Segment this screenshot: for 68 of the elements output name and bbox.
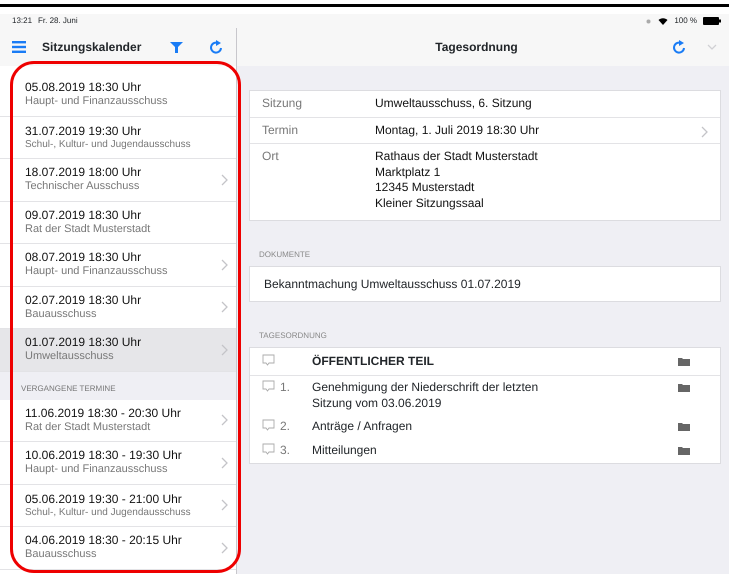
meeting-date: 18.07.2019 18:00 Uhr	[25, 165, 142, 180]
meeting-list-item[interactable]: 31.07.2019 19:30 Uhr Schul-, Kultur- und Jugendausschuss	[0, 116, 236, 159]
agenda-number: 2.	[280, 419, 290, 435]
folder-icon[interactable]	[678, 422, 690, 432]
committee-name: Haupt- und Finanzausschuss	[25, 265, 168, 280]
meeting-list-item[interactable]: 11.06.2019 18:30 - 20:30 Uhr Rat der Stadt Musterstadt	[0, 400, 236, 442]
meeting-date: 02.07.2019 18:30 Uhr	[25, 292, 142, 308]
battery-icon	[703, 17, 721, 25]
committee-name: Haupt- und Finanzausschuss	[25, 463, 168, 478]
wifi-icon	[658, 17, 668, 25]
comment-icon[interactable]	[262, 442, 275, 455]
sidebar-title: Sitzungskalender	[42, 39, 142, 56]
meeting-date: 05.08.2019 18:30 Uhr	[25, 80, 142, 96]
committee-name: Bauausschuss	[25, 548, 98, 562]
committee-name: Haupt- und Finanzausschuss	[25, 95, 168, 110]
comment-icon[interactable]	[262, 380, 275, 392]
agenda-title[interactable]: Anträge / Anfragen	[312, 419, 678, 435]
detail-title: Tagesordnung	[435, 39, 518, 56]
meeting-list-item[interactable]: 05.06.2019 19:30 - 21:00 Uhr Schul-, Kultur- und Jugendausschuss	[0, 484, 236, 527]
committee-name: Bauausschuss	[25, 308, 98, 322]
info-value: Montag, 1. Juli 2019 18:30 Uhr	[375, 122, 540, 138]
battery-level: 100 %	[674, 15, 697, 27]
section-header: DOKUMENTE	[258, 248, 312, 261]
info-label: Termin	[262, 122, 300, 138]
folder-icon[interactable]	[678, 356, 690, 366]
committee-name: Schul-, Kultur- und Jugendausschuss	[25, 138, 192, 151]
meeting-date: 31.07.2019 19:30 Uhr	[25, 124, 142, 138]
info-value: Umweltausschuss, 6. Sitzung	[375, 96, 533, 112]
folder-icon[interactable]	[678, 383, 690, 392]
comment-icon[interactable]	[262, 419, 275, 432]
agenda-title[interactable]: Genehmigung der Niederschrift der letzten Sitzung vom 03.06.2019	[312, 380, 562, 412]
section-header: VERGANGENE TERMINE	[0, 372, 236, 400]
info-value: Marktplatz 1	[375, 164, 442, 180]
committee-name: Schul-, Kultur- und Jugendausschuss	[25, 506, 192, 519]
info-value: 12345 Musterstadt	[375, 180, 476, 196]
folder-icon[interactable]	[678, 446, 690, 455]
info-value: Rathaus der Stadt Musterstadt	[375, 149, 539, 165]
refresh-icon[interactable]	[209, 39, 224, 55]
committee-name: Umweltausschuss	[25, 350, 115, 364]
section-header: TAGESORDNUNG	[258, 330, 328, 342]
agenda-number: 1.	[280, 380, 290, 396]
committee-name: Technischer Ausschuss	[25, 180, 140, 194]
document-link[interactable]: Bekanntmachung Umweltausschuss 01.07.2019	[250, 266, 720, 301]
info-label: Ort	[262, 149, 280, 166]
meeting-date: 09.07.2019 18:30 Uhr	[25, 208, 142, 223]
menu-icon[interactable]	[12, 41, 26, 53]
meeting-date: 05.06.2019 19:30 - 21:00 Uhr	[25, 492, 183, 506]
status-time: 13:21	[12, 15, 32, 27]
agenda-title[interactable]: Mitteilungen	[312, 442, 678, 459]
meeting-list-item[interactable]: 02.07.2019 18:30 Uhr Bauausschuss	[0, 286, 236, 329]
meeting-list-item[interactable]: 09.07.2019 18:30 Uhr Rat der Stadt Musterstadt	[0, 202, 236, 244]
meeting-list-item[interactable]: 01.07.2019 18:30 Uhr Umweltausschuss	[0, 329, 236, 372]
info-label: Sitzung	[262, 96, 304, 112]
agenda-number: 3.	[280, 442, 290, 459]
brightness-icon	[645, 18, 652, 24]
status-date: Fr. 28. Juni	[38, 15, 78, 27]
meeting-date: 10.06.2019 18:30 - 19:30 Uhr	[25, 448, 183, 464]
filter-icon[interactable]	[170, 40, 183, 54]
meeting-date: 08.07.2019 18:30 Uhr	[25, 250, 142, 266]
meeting-date: 01.07.2019 18:30 Uhr	[25, 335, 142, 350]
meeting-date: 11.06.2019 18:30 - 20:30 Uhr	[25, 406, 182, 421]
committee-name: Rat der Stadt Musterstadt	[25, 420, 152, 435]
info-value: Kleiner Sitzungssaal	[375, 196, 485, 212]
comment-icon[interactable]	[262, 354, 275, 366]
refresh-icon[interactable]	[672, 39, 688, 55]
meeting-date: 04.06.2019 18:30 - 20:15 Uhr	[25, 533, 183, 548]
committee-name: Rat der Stadt Musterstadt	[25, 222, 152, 237]
agenda-title[interactable]: ÖFFENTLICHER TEIL	[312, 354, 678, 370]
